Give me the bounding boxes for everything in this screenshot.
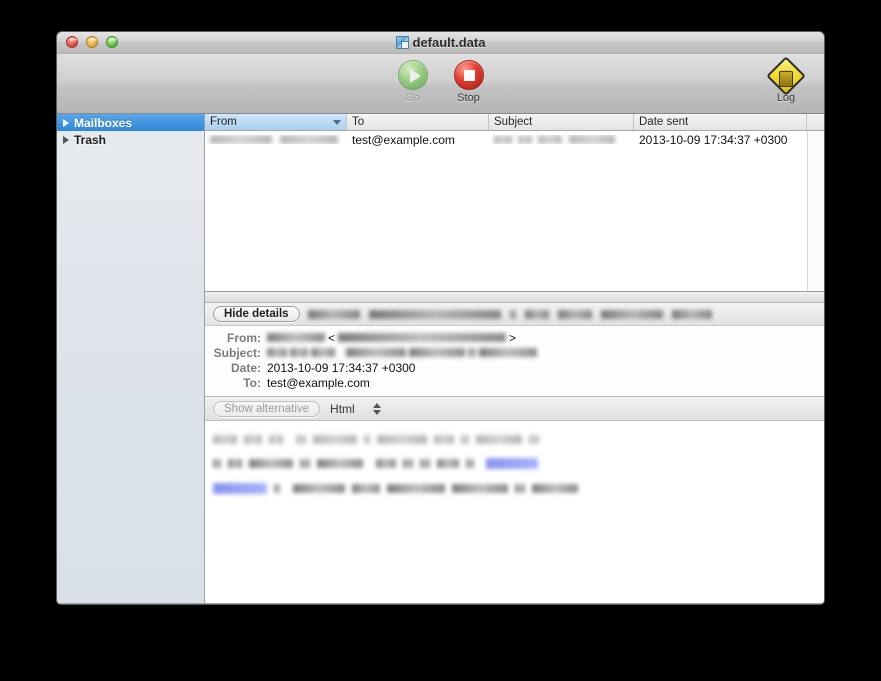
preview-line — [213, 483, 824, 494]
log-button[interactable]: Log — [760, 56, 812, 104]
detail-row-to: To: test@example.com — [205, 375, 824, 390]
column-header-label: Date sent — [639, 116, 689, 128]
chevron-right-icon — [63, 135, 69, 144]
go-button[interactable]: Go — [391, 60, 435, 104]
tab-html[interactable]: Html — [57, 604, 103, 605]
sidebar-item-label: Mailboxes — [74, 115, 133, 130]
alternative-bar: Show alternative Html — [205, 397, 824, 421]
sidebar-item-trash[interactable]: Trash — [57, 131, 204, 148]
detail-value: test@example.com — [267, 375, 370, 390]
stop-button-label: Stop — [457, 92, 480, 104]
detail-row-date: Date: 2013-10-09 17:34:37 +0300 — [205, 360, 824, 375]
detail-value: < > — [267, 331, 516, 345]
status-bar: Html Body Raw Listening on port 1025 Del… — [57, 603, 824, 605]
details-bar: Hide details — [205, 303, 824, 326]
sidebar-item-label: Trash — [74, 132, 107, 147]
detail-row-subject: Subject: — [205, 345, 824, 360]
app-window: default.data Go Stop Log Mailboxes Trash… — [56, 31, 825, 605]
column-header-subject[interactable]: Subject — [489, 114, 634, 130]
detail-row-from: From: < > — [205, 330, 824, 345]
chevron-up-icon — [372, 402, 381, 408]
detail-label: From: — [227, 330, 261, 345]
window-title-text: default.data — [412, 35, 486, 50]
message-list-scrollbar[interactable] — [807, 131, 824, 291]
format-label: Html — [330, 401, 355, 416]
preview-line — [213, 435, 824, 444]
detail-label: Date: — [230, 360, 261, 375]
message-list[interactable]: test@example.com 2013-10-09 17:34:37 +03… — [205, 131, 824, 292]
sidebar: Mailboxes Trash — [57, 114, 205, 603]
main-body: Mailboxes Trash From To Subject Date sen… — [57, 114, 824, 603]
table-row[interactable]: test@example.com 2013-10-09 17:34:37 +03… — [205, 131, 824, 148]
column-header-date-sent[interactable]: Date sent — [634, 114, 807, 130]
document-icon — [395, 36, 409, 49]
details-summary — [307, 309, 712, 319]
chevron-down-icon — [333, 120, 341, 125]
status-listening-text: Listening on port 1025 — [196, 604, 669, 605]
window-title: default.data — [57, 34, 824, 52]
tab-body[interactable]: Body — [103, 604, 151, 605]
chevron-right-icon — [63, 118, 69, 127]
hide-details-button[interactable]: Hide details — [213, 306, 300, 322]
show-alternative-button[interactable]: Show alternative — [213, 400, 321, 417]
sidebar-item-mailboxes[interactable]: Mailboxes — [57, 114, 204, 131]
title-bar: default.data — [57, 32, 824, 54]
detail-label: To: — [243, 375, 261, 390]
stop-button[interactable]: Stop — [447, 60, 491, 104]
tab-raw[interactable]: Raw — [151, 604, 196, 605]
column-header-label: Subject — [494, 116, 533, 128]
warning-diamond-icon — [766, 56, 806, 96]
column-header-label: To — [352, 116, 365, 128]
details-panel: From: < > Subject: Date: 2013-10-09 17:3… — [205, 326, 824, 397]
detail-label: Subject: — [213, 345, 261, 360]
message-preview — [205, 421, 824, 603]
go-button-label: Go — [405, 92, 420, 104]
cell-from — [205, 135, 347, 144]
cell-date-sent: 2013-10-09 17:34:37 +0300 — [639, 132, 788, 147]
pane-splitter[interactable] — [205, 292, 824, 303]
message-list-header: From To Subject Date sent — [205, 114, 824, 131]
play-icon — [397, 60, 428, 90]
cell-to: test@example.com — [352, 132, 455, 147]
status-queue-text: Delivering queue is empty. — [669, 604, 824, 605]
content-pane: From To Subject Date sent test@example.c… — [205, 114, 824, 603]
column-header-from[interactable]: From — [205, 114, 347, 130]
preview-line — [213, 458, 824, 469]
cell-subject — [489, 135, 634, 144]
format-stepper[interactable] — [372, 402, 381, 415]
chevron-down-icon — [372, 409, 381, 415]
column-header-label: From — [210, 116, 237, 128]
column-header-to[interactable]: To — [347, 114, 489, 130]
stop-icon — [453, 60, 484, 90]
toolbar: Go Stop Log — [57, 54, 824, 114]
column-header-spacer — [807, 114, 824, 130]
detail-value: 2013-10-09 17:34:37 +0300 — [267, 360, 416, 375]
detail-value — [267, 348, 537, 357]
